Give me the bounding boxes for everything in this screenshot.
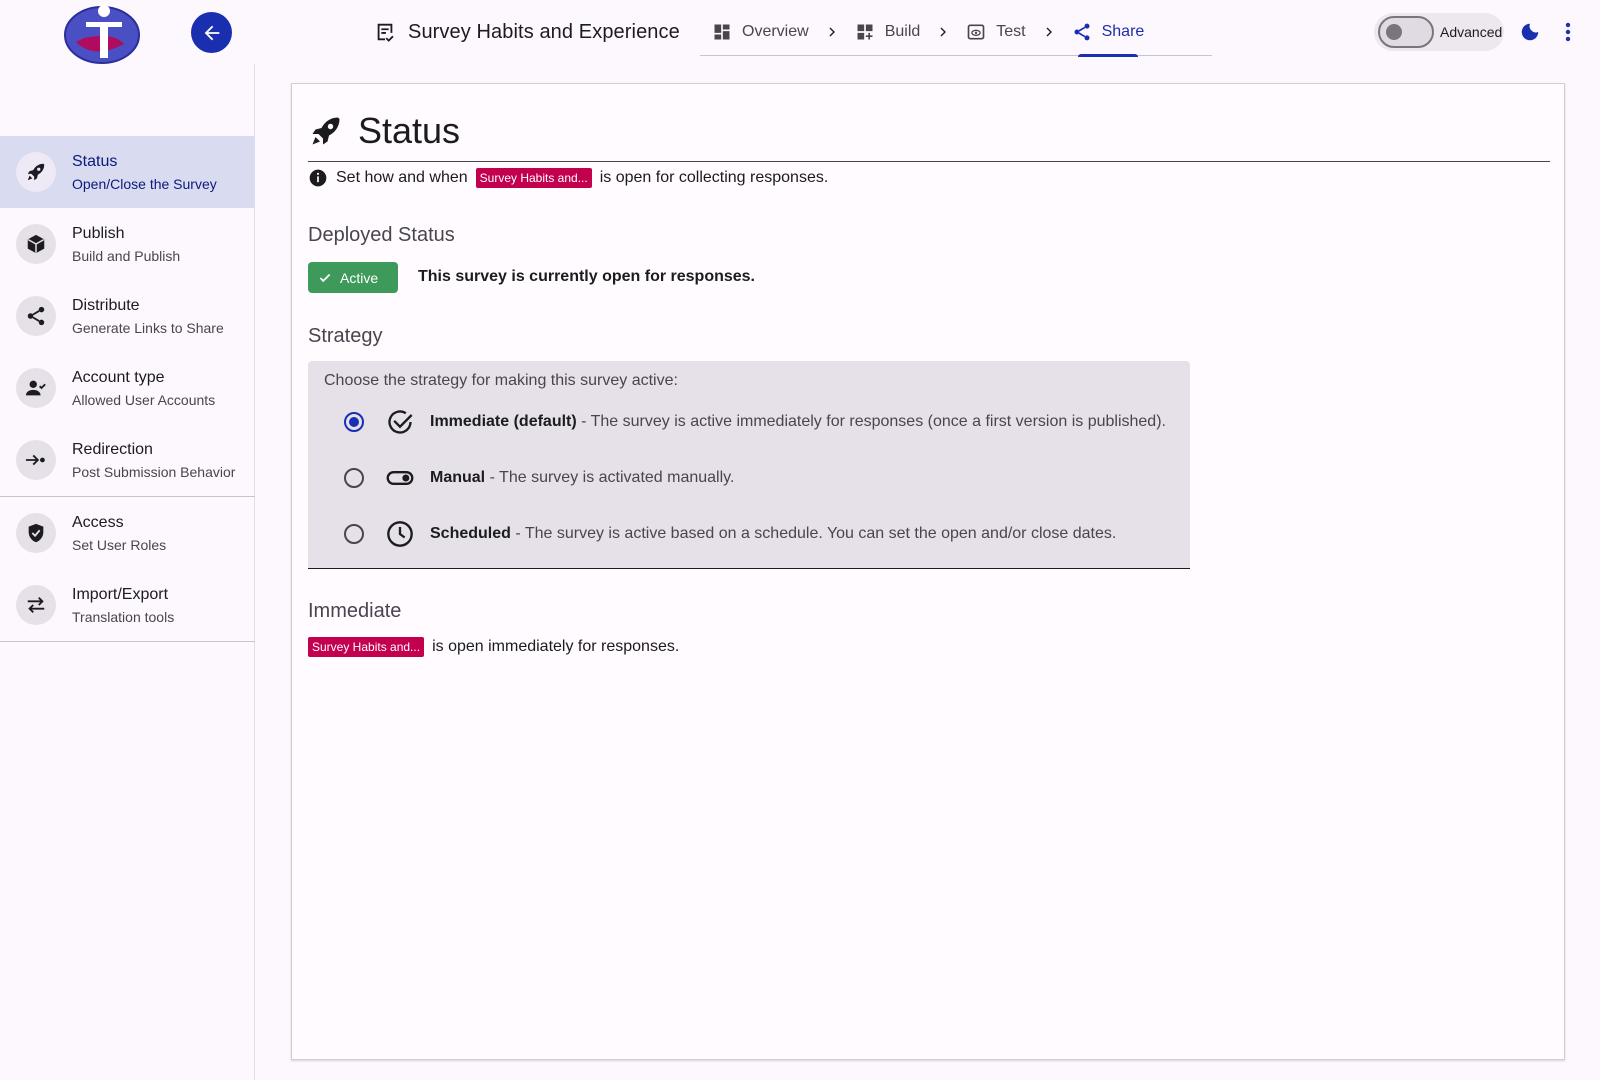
sidebar-item-publish[interactable]: Publish Build and Publish: [0, 208, 255, 280]
sidebar-item-title: Distribute: [72, 297, 140, 314]
sidebar-item-subtitle: Allowed User Accounts: [72, 392, 216, 408]
option-desc: - The survey is activated manually.: [485, 469, 735, 486]
sidebar-divider: [0, 641, 255, 642]
info-prefix: Set how and when: [336, 169, 468, 186]
person-check-icon: [16, 368, 56, 408]
step-share-label: Share: [1101, 22, 1145, 40]
survey-icon: [377, 23, 394, 42]
share-icon: [1074, 23, 1090, 40]
step-overview-label: Overview: [742, 22, 809, 40]
immediate-heading: Immediate: [308, 600, 402, 622]
dashboard-icon: [714, 24, 730, 39]
info-icon: [309, 169, 327, 187]
sidebar-item-title: Publish: [72, 225, 125, 242]
option-name: Scheduled: [430, 525, 511, 542]
page-header: Status: [308, 100, 1550, 162]
dashboard-add-icon: [857, 24, 873, 39]
back-button[interactable]: [191, 12, 232, 53]
share-icon: [16, 296, 56, 336]
status-badge: Active: [308, 262, 398, 293]
app-logo[interactable]: [64, 2, 140, 64]
strategy-radio-group: Choose the strategy for making this surv…: [308, 361, 1190, 569]
sidebar-item-distribute[interactable]: Distribute Generate Links to Share: [0, 280, 255, 352]
strategy-prompt: Choose the strategy for making this surv…: [324, 372, 678, 389]
rocket-icon: [16, 152, 56, 192]
option-name: Immediate (default): [430, 413, 577, 430]
step-share[interactable]: Share: [1060, 8, 1157, 57]
rocket-icon: [312, 117, 340, 144]
toggle-icon: [386, 464, 414, 492]
sidebar-item-subtitle: Set User Roles: [72, 537, 167, 553]
strategy-heading: Strategy: [308, 325, 383, 347]
immediate-text: is open immediately for responses.: [432, 638, 680, 655]
clock-icon: [386, 520, 414, 548]
page-title: Status: [358, 109, 461, 151]
redirect-icon: [16, 440, 56, 480]
dark-mode-button[interactable]: [1516, 18, 1544, 46]
sidebar-item-title: Account type: [72, 369, 165, 386]
strategy-option-immediate[interactable]: Immediate (default) - The survey is acti…: [344, 406, 1166, 438]
advanced-toggle[interactable]: Advanced: [1374, 13, 1504, 51]
chevron-right-icon: [1038, 24, 1060, 40]
sidebar-item-import-export[interactable]: Import/Export Translation tools: [0, 569, 255, 641]
cube-icon: [16, 224, 56, 264]
option-name: Manual: [430, 469, 486, 486]
preview-icon: [967, 24, 985, 39]
sidebar-item-title: Redirection: [72, 441, 153, 458]
step-build-label: Build: [884, 22, 921, 40]
info-suffix: is open for collecting responses.: [599, 169, 829, 186]
check-circle-icon: [386, 408, 414, 436]
advanced-switch[interactable]: [1378, 16, 1434, 48]
sidebar-item-access[interactable]: Access Set User Roles: [0, 497, 255, 569]
workflow-steps: Overview Build Test Share: [700, 8, 1212, 57]
chevron-right-icon: [932, 24, 954, 40]
sidebar-item-subtitle: Translation tools: [72, 609, 175, 625]
deployed-message: This survey is currently open for respon…: [418, 268, 755, 285]
sidebar-item-account-type[interactable]: Account type Allowed User Accounts: [0, 352, 255, 424]
chevron-right-icon: [821, 24, 843, 40]
arrow-left-icon: [204, 25, 219, 40]
shield-icon: [16, 513, 56, 553]
more-menu-button[interactable]: [1556, 18, 1580, 46]
moon-icon: [1521, 23, 1539, 41]
top-bar: Survey Habits and Experience Overview Bu…: [0, 0, 1600, 64]
swap-icon: [16, 585, 56, 625]
option-desc: - The survey is active based on a schedu…: [510, 525, 1117, 542]
immediate-line: Survey Habits and... is open immediately…: [308, 633, 679, 661]
survey-name-chip: Survey Habits and...: [475, 168, 592, 188]
sidebar: Status Open/Close the Survey Publish Bui…: [0, 64, 255, 1080]
option-scheduled-text: Scheduled - The survey is active based o…: [430, 525, 1116, 543]
check-icon: [319, 273, 331, 282]
step-test[interactable]: Test: [954, 8, 1037, 56]
sidebar-item-title: Status: [72, 153, 118, 170]
strategy-option-manual[interactable]: Manual - The survey is activated manuall…: [344, 462, 734, 494]
sidebar-item-title: Access: [72, 514, 124, 531]
sidebar-item-subtitle: Post Submission Behavior: [72, 464, 236, 480]
option-immediate-text: Immediate (default) - The survey is acti…: [430, 413, 1166, 431]
survey-name-chip: Survey Habits and...: [308, 637, 425, 657]
step-test-label: Test: [996, 22, 1026, 40]
survey-title: Survey Habits and Experience: [408, 20, 680, 43]
sidebar-item-subtitle: Build and Publish: [72, 248, 181, 264]
sidebar-item-subtitle: Generate Links to Share: [72, 320, 224, 336]
strategy-option-scheduled[interactable]: Scheduled - The survey is active based o…: [344, 518, 1116, 550]
info-line: Set how and when Survey Habits and... is…: [308, 164, 828, 192]
status-badge-label: Active: [340, 269, 379, 286]
radio-immediate[interactable]: [344, 412, 364, 432]
survey-title-area: Survey Habits and Experience: [374, 14, 680, 50]
advanced-label: Advanced: [1440, 24, 1503, 40]
deployed-status-heading: Deployed Status: [308, 224, 455, 246]
sidebar-item-status[interactable]: Status Open/Close the Survey: [0, 136, 255, 208]
step-build[interactable]: Build: [843, 8, 933, 56]
option-manual-text: Manual - The survey is activated manuall…: [430, 469, 734, 487]
sidebar-item-subtitle: Open/Close the Survey: [72, 176, 217, 192]
more-vert-icon: [1565, 22, 1571, 42]
sidebar-item-redirection[interactable]: Redirection Post Submission Behavior: [0, 424, 255, 496]
radio-manual[interactable]: [344, 468, 364, 488]
radio-scheduled[interactable]: [344, 524, 364, 544]
status-card: Status Set how and when Survey Habits an…: [291, 83, 1565, 1060]
step-overview[interactable]: Overview: [700, 8, 821, 56]
sidebar-item-title: Import/Export: [72, 586, 169, 603]
option-desc: - The survey is active immediately for r…: [576, 413, 1166, 430]
